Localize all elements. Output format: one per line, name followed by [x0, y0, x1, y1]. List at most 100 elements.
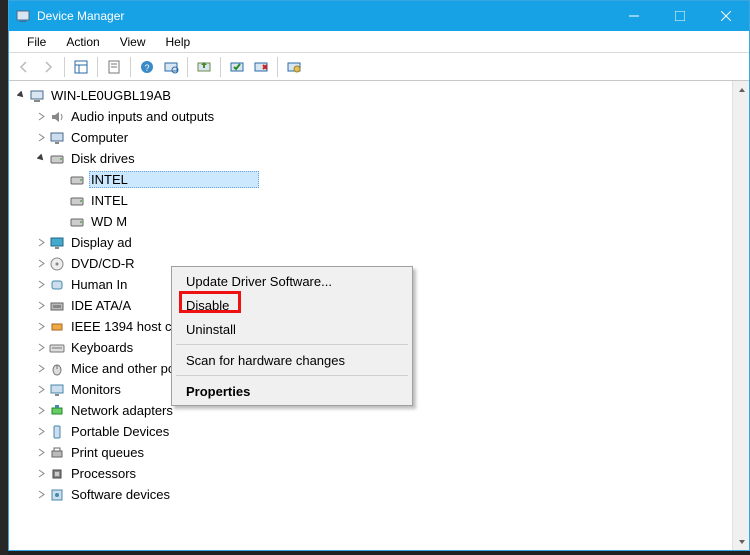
- tree-label: Network adapters: [69, 402, 175, 419]
- tree-item-computer[interactable]: Computer: [9, 127, 732, 148]
- properties-button[interactable]: [103, 56, 125, 78]
- menu-bar: File Action View Help: [9, 31, 749, 53]
- client-area: WIN-LE0UGBL19AB Audio inputs and outputs…: [9, 81, 749, 550]
- expand-icon[interactable]: [33, 235, 49, 251]
- disk-icon: [49, 151, 65, 167]
- context-uninstall[interactable]: Uninstall: [174, 317, 410, 341]
- tree-item-disk2[interactable]: INTEL: [9, 190, 732, 211]
- tree-item-print[interactable]: Print queues: [9, 442, 732, 463]
- disk-icon: [69, 172, 85, 188]
- tree-label: Computer: [69, 129, 130, 146]
- tree-item-processors[interactable]: Processors: [9, 463, 732, 484]
- context-properties[interactable]: Properties: [174, 379, 410, 403]
- window-title: Device Manager: [37, 9, 124, 23]
- printer-icon: [49, 445, 65, 461]
- expand-icon[interactable]: [33, 403, 49, 419]
- scan-hw-button[interactable]: [160, 56, 182, 78]
- forward-button[interactable]: [37, 56, 59, 78]
- tree-label: Keyboards: [69, 339, 135, 356]
- title-bar[interactable]: Device Manager: [9, 1, 749, 31]
- toolbar: ?: [9, 53, 749, 81]
- tree-root[interactable]: WIN-LE0UGBL19AB: [9, 85, 732, 106]
- tree-label: WD M: [89, 213, 129, 230]
- display-icon: [49, 235, 65, 251]
- collapse-icon[interactable]: [13, 88, 29, 104]
- expand-icon[interactable]: [33, 487, 49, 503]
- expand-icon[interactable]: [33, 256, 49, 272]
- expand-icon[interactable]: [33, 340, 49, 356]
- computer-icon: [29, 88, 45, 104]
- tree-item-portable[interactable]: Portable Devices: [9, 421, 732, 442]
- context-update-driver[interactable]: Update Driver Software...: [174, 269, 410, 293]
- menu-separator: [176, 375, 408, 376]
- expand-icon[interactable]: [33, 424, 49, 440]
- disk-icon: [69, 193, 85, 209]
- tree-item-software[interactable]: Software devices: [9, 484, 732, 505]
- tree-label: Monitors: [69, 381, 123, 398]
- monitor-icon: [49, 382, 65, 398]
- disk-icon: [69, 214, 85, 230]
- tree-label: WIN-LE0UGBL19AB: [49, 87, 173, 104]
- collapse-icon[interactable]: [33, 151, 49, 167]
- scroll-up-icon[interactable]: [733, 81, 750, 98]
- menu-help[interactable]: Help: [156, 33, 201, 51]
- show-hide-tree-button[interactable]: [70, 56, 92, 78]
- tree-item-disk3[interactable]: WD M: [9, 211, 732, 232]
- svg-text:?: ?: [144, 63, 149, 73]
- back-button[interactable]: [13, 56, 35, 78]
- menu-file[interactable]: File: [17, 33, 56, 51]
- firewire-icon: [49, 319, 65, 335]
- dvd-icon: [49, 256, 65, 272]
- tree-label: Display ad: [69, 234, 134, 251]
- tree-label: IDE ATA/A: [69, 297, 133, 314]
- vertical-scrollbar[interactable]: [732, 81, 749, 550]
- menu-view[interactable]: View: [110, 33, 156, 51]
- tree-label: Print queues: [69, 444, 146, 461]
- context-scan[interactable]: Scan for hardware changes: [174, 348, 410, 372]
- tree-label: Human In: [69, 276, 129, 293]
- expand-icon[interactable]: [33, 445, 49, 461]
- hid-icon: [49, 277, 65, 293]
- tree-label: Disk drives: [69, 150, 137, 167]
- network-icon: [49, 403, 65, 419]
- close-button[interactable]: [703, 1, 749, 31]
- device-manager-window: Device Manager File Action View Help ?: [8, 0, 750, 551]
- tree-item-audio[interactable]: Audio inputs and outputs: [9, 106, 732, 127]
- minimize-button[interactable]: [611, 1, 657, 31]
- cpu-icon: [49, 466, 65, 482]
- tree-label: Processors: [69, 465, 138, 482]
- background-sliver: [0, 0, 8, 555]
- update-driver-button[interactable]: [193, 56, 215, 78]
- tree-label: Audio inputs and outputs: [69, 108, 216, 125]
- expand-icon[interactable]: [33, 277, 49, 293]
- tree-label: DVD/CD-R: [69, 255, 137, 272]
- context-disable[interactable]: Disable: [174, 293, 410, 317]
- portable-icon: [49, 424, 65, 440]
- expand-icon[interactable]: [33, 382, 49, 398]
- expand-icon[interactable]: [33, 466, 49, 482]
- pc-icon: [49, 130, 65, 146]
- help-button[interactable]: ?: [136, 56, 158, 78]
- expand-icon[interactable]: [33, 361, 49, 377]
- expand-icon[interactable]: [33, 109, 49, 125]
- uninstall-button[interactable]: [250, 56, 272, 78]
- expand-icon[interactable]: [33, 130, 49, 146]
- expand-icon[interactable]: [33, 319, 49, 335]
- tree-item-display[interactable]: Display ad: [9, 232, 732, 253]
- legacy-hw-button[interactable]: [283, 56, 305, 78]
- enable-button[interactable]: [226, 56, 248, 78]
- maximize-button[interactable]: [657, 1, 703, 31]
- tree-item-disk-selected[interactable]: INTEL: [9, 169, 732, 190]
- tree-label: Software devices: [69, 486, 172, 503]
- tree-item-disk-drives[interactable]: Disk drives: [9, 148, 732, 169]
- tree-label-selected: INTEL: [89, 171, 259, 188]
- ide-icon: [49, 298, 65, 314]
- menu-action[interactable]: Action: [56, 33, 109, 51]
- context-menu: Update Driver Software... Disable Uninst…: [171, 266, 413, 406]
- expand-icon[interactable]: [33, 298, 49, 314]
- speaker-icon: [49, 109, 65, 125]
- scroll-down-icon[interactable]: [733, 533, 750, 550]
- keyboard-icon: [49, 340, 65, 356]
- mouse-icon: [49, 361, 65, 377]
- tree-label: Portable Devices: [69, 423, 171, 440]
